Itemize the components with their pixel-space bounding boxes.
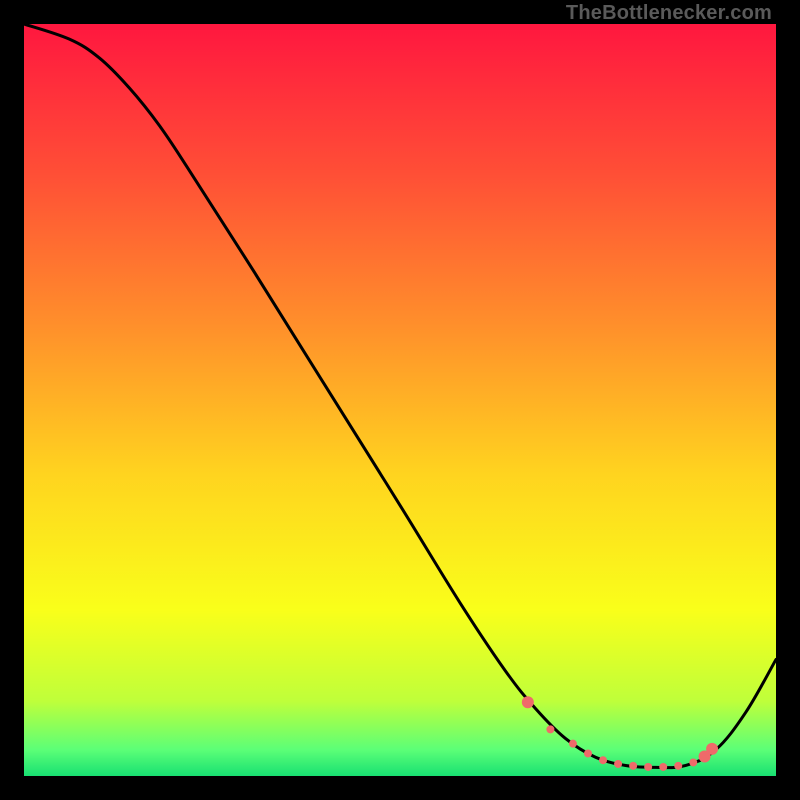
chart-frame (24, 24, 776, 776)
curve-marker (599, 756, 607, 764)
curve-marker (706, 743, 718, 755)
curve-marker (569, 740, 577, 748)
bottleneck-chart (24, 24, 776, 776)
curve-marker (689, 758, 697, 766)
curve-marker (674, 762, 682, 770)
chart-background (24, 24, 776, 776)
watermark-text: TheBottlenecker.com (566, 2, 772, 25)
curve-marker (522, 696, 534, 708)
curve-marker (629, 762, 637, 770)
curve-marker (659, 763, 667, 771)
curve-marker (584, 749, 592, 757)
curve-marker (546, 725, 554, 733)
curve-marker (614, 760, 622, 768)
curve-marker (644, 763, 652, 771)
